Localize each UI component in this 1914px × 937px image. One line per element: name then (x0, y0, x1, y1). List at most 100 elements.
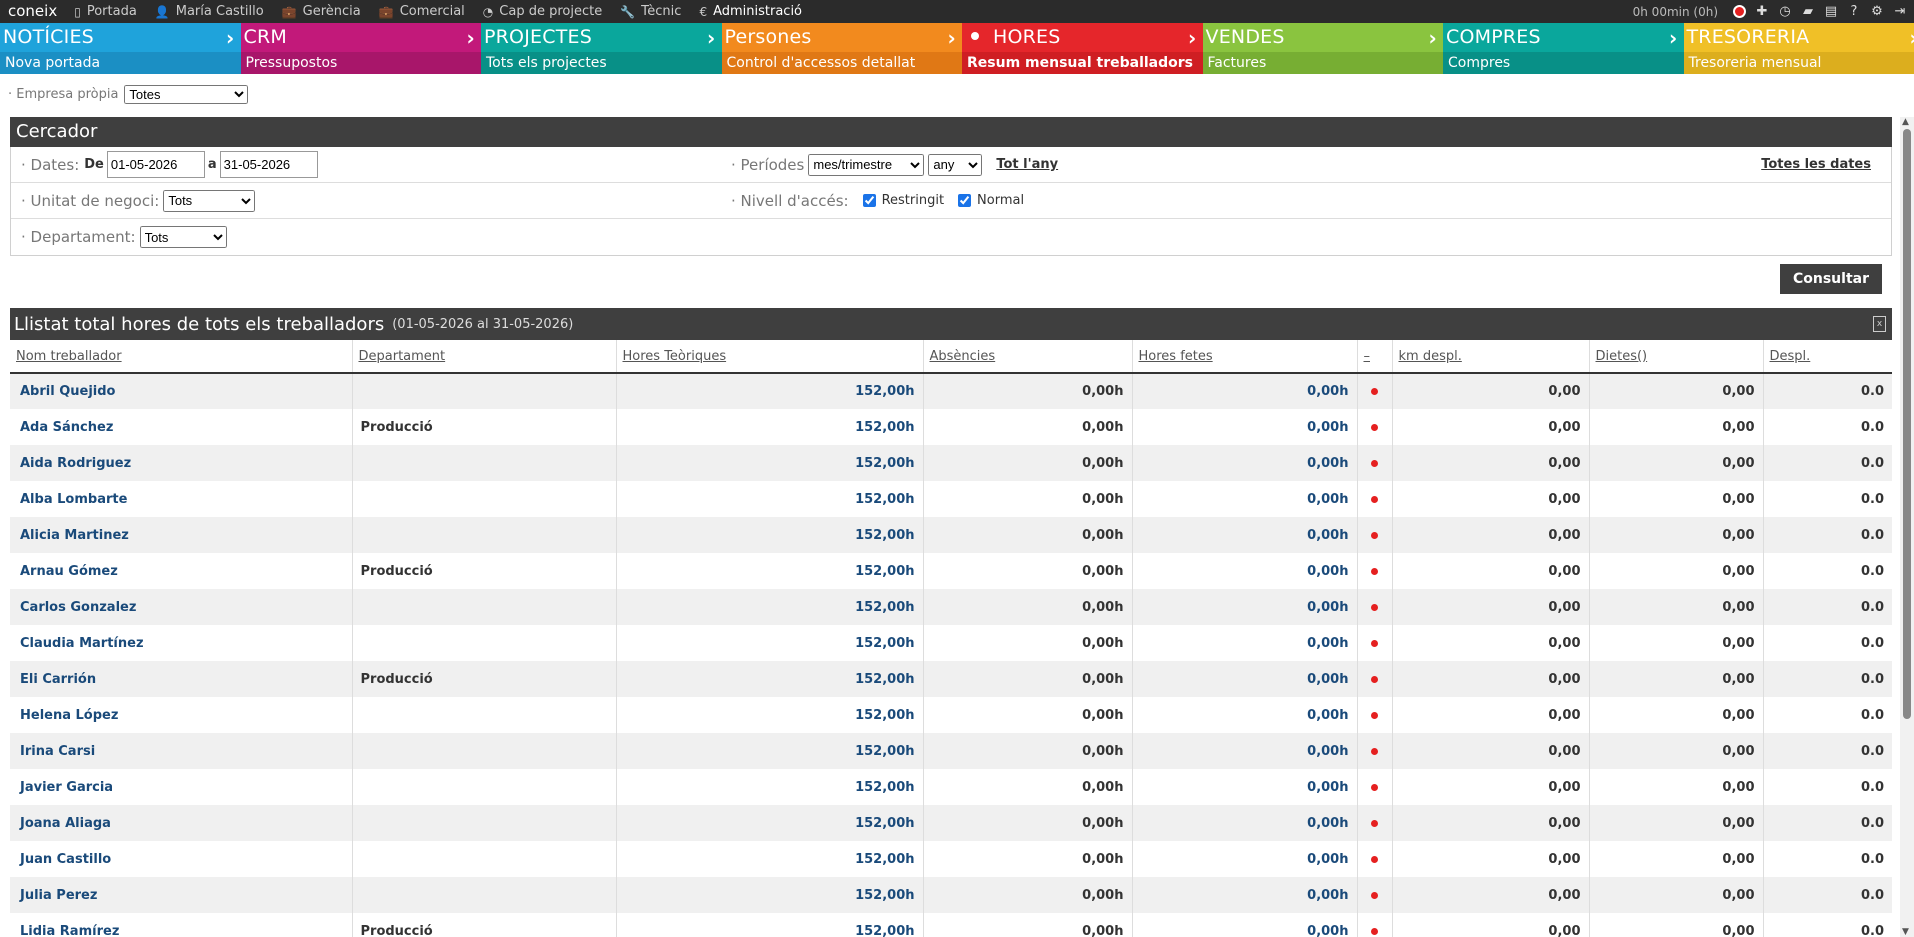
worker-name-link[interactable]: Juan Castillo (10, 841, 352, 877)
column-header[interactable]: Despl. (1762, 340, 1892, 374)
department-cell (351, 877, 616, 913)
worker-name-link[interactable]: Javier Garcia (10, 769, 352, 805)
column-header[interactable]: Absències (922, 340, 1132, 374)
topnav-item-cap-de-projecte[interactable]: ◔ Cap de projecte (474, 0, 611, 23)
module-title[interactable]: Persones › (721, 23, 962, 53)
module-persones[interactable]: Persones › Control d'accessos detallat (721, 23, 962, 74)
absencies-cell: 0,00h (922, 517, 1132, 553)
worker-name-link[interactable]: Ada Sánchez (10, 409, 352, 445)
departament-select[interactable]: Tots (139, 226, 227, 248)
module-title[interactable]: CRM › (240, 23, 481, 53)
module-title[interactable]: COMPRES › (1443, 23, 1684, 52)
module-submenu-link[interactable]: Tresoreria mensual (1683, 52, 1914, 74)
column-header[interactable]: – (1356, 340, 1392, 374)
worker-name-link[interactable]: Arnau Gómez (10, 553, 352, 589)
brand-logo[interactable]: coneix (0, 0, 65, 23)
clock-icon[interactable]: ◷ (1777, 4, 1793, 20)
scroll-down-icon[interactable]: ▼ (1902, 927, 1909, 937)
worker-name-link[interactable]: Eli Carrión (10, 661, 352, 697)
chevron-right-icon[interactable]: › (1188, 24, 1196, 53)
help-icon[interactable]: ? (1846, 4, 1862, 20)
chevron-right-icon[interactable]: › (1669, 24, 1677, 53)
column-header[interactable]: km despl. (1391, 340, 1589, 374)
hores-teoriques-cell: 152,00h (615, 877, 923, 913)
worker-name-link[interactable]: Julia Perez (10, 877, 352, 913)
module-submenu-link[interactable]: Pressupostos (240, 52, 481, 74)
date-to-input[interactable] (219, 151, 318, 178)
module-hores[interactable]: HORES › Resum mensual treballadors (962, 23, 1203, 74)
excel-export-icon[interactable]: x (1873, 316, 1886, 332)
date-from-input[interactable] (106, 151, 205, 178)
topnav-item-ger-ncia[interactable]: 💼 Gerència (273, 0, 370, 23)
chevron-right-icon[interactable]: › (226, 24, 234, 53)
worker-name-link[interactable]: Claudia Martínez (10, 625, 352, 661)
module-notícies[interactable]: NOTÍCIES › Nova portada (0, 23, 241, 74)
chevron-right-icon[interactable]: › (467, 24, 475, 53)
column-header[interactable]: Departament (351, 340, 616, 374)
module-title[interactable]: TRESORERIA › (1683, 23, 1914, 53)
module-submenu-link[interactable]: Factures (1202, 52, 1443, 74)
topnav-item-comercial[interactable]: 💼 Comercial (370, 0, 474, 23)
gear-icon[interactable]: ⚙ (1869, 4, 1885, 20)
restringit-checkbox[interactable] (862, 194, 876, 207)
worker-name-link[interactable]: Irina Carsi (10, 733, 352, 769)
empresa-select[interactable]: Totes (124, 84, 249, 104)
status-dot (1356, 661, 1392, 697)
module-submenu-link[interactable]: Resum mensual treballadors (962, 52, 1203, 74)
topnav-item-portada[interactable]: ▯ Portada (65, 0, 146, 23)
worker-name-link[interactable]: Aida Rodriguez (10, 445, 352, 481)
any-select[interactable]: any (928, 153, 983, 176)
module-title-text: TRESORERIA (1686, 26, 1810, 48)
module-tresoreria[interactable]: TRESORERIA ›Tresoreria mensual (1683, 23, 1914, 74)
module-crm[interactable]: CRM › Pressupostos (240, 23, 481, 74)
normal-checkbox[interactable] (958, 194, 972, 207)
column-header[interactable]: Hores fetes (1131, 340, 1357, 374)
column-header[interactable]: Nom treballador (10, 340, 352, 374)
chevron-right-icon[interactable]: › (948, 24, 956, 53)
scroll-up-icon[interactable]: ▲ (1902, 117, 1909, 127)
logout-icon[interactable]: ⇥ (1892, 4, 1908, 20)
worker-name-link[interactable]: Joana Aliaga (10, 805, 352, 841)
module-title[interactable]: HORES › (962, 23, 1203, 52)
module-title[interactable]: VENDES › (1202, 23, 1443, 53)
topnav-item-administraci-[interactable]: € Administració (690, 0, 811, 23)
chevron-right-icon[interactable]: › (1429, 24, 1437, 53)
folder-icon[interactable]: ▰ (1800, 4, 1816, 20)
scrollbar[interactable]: ▲ ▼ (1900, 117, 1914, 937)
worker-name-link[interactable]: Alicia Martinez (10, 517, 352, 553)
totes-dates-link[interactable]: Totes les dates (1761, 157, 1871, 172)
topnav-item-t-cnic[interactable]: 🔧 Tècnic (611, 0, 690, 23)
record-icon[interactable] (1731, 4, 1747, 20)
chevron-right-icon[interactable]: › (1910, 24, 1914, 53)
column-header[interactable]: Dietes() (1588, 340, 1763, 374)
red-dot-icon (1371, 423, 1378, 431)
chevron-right-icon[interactable]: › (707, 24, 715, 53)
worker-name-link[interactable]: Lidia Ramírez (10, 913, 352, 937)
status-dot (1356, 805, 1392, 841)
module-compres[interactable]: COMPRES › Compres (1443, 23, 1684, 74)
consultar-button[interactable]: Consultar (1780, 264, 1882, 294)
plus-icon[interactable]: ✚ (1754, 4, 1770, 20)
module-projectes[interactable]: PROJECTES › Tots els projectes (481, 23, 722, 74)
hores-fetes-cell: 0,00h (1131, 517, 1357, 553)
worker-name-link[interactable]: Helena López (10, 697, 352, 733)
module-submenu-link[interactable]: Tots els projectes (481, 52, 722, 74)
worker-name-link[interactable]: Alba Lombarte (10, 481, 352, 517)
module-vendes[interactable]: VENDES › Factures (1202, 23, 1443, 74)
tot-any-link[interactable]: Tot l'any (996, 157, 1058, 172)
module-submenu-link[interactable]: Control d'accessos detallat (721, 52, 962, 74)
periode-select[interactable]: mes/trimestre (808, 153, 925, 176)
column-header[interactable]: Hores Teòriques (615, 340, 923, 374)
module-title[interactable]: NOTÍCIES › (0, 23, 241, 52)
timer-display[interactable]: 0h 00min (0h) (1633, 5, 1718, 19)
worker-name-link[interactable]: Carlos Gonzalez (10, 589, 352, 625)
topnav-item-mar-a-castillo[interactable]: 👤 María Castillo (146, 0, 273, 23)
module-submenu-link[interactable]: Compres (1443, 52, 1684, 74)
module-submenu-link[interactable]: Nova portada (0, 52, 241, 74)
contacts-icon[interactable]: ▤ (1823, 4, 1839, 20)
unitat-select[interactable]: Tots (163, 189, 256, 212)
worker-name-link[interactable]: Abril Quejido (10, 373, 352, 409)
departament-row: · Departament: Tots (11, 219, 1891, 255)
scrollbar-thumb[interactable] (1903, 129, 1911, 719)
module-title[interactable]: PROJECTES › (481, 23, 722, 52)
